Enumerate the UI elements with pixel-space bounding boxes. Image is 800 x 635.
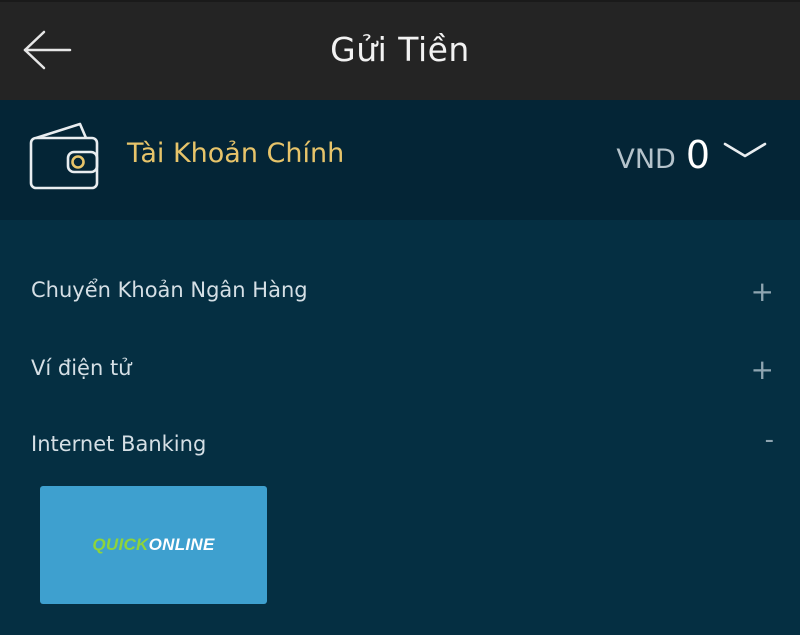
bank-logo-text: QUICKONLINE [92, 535, 214, 555]
bank-logo-part2: ONLINE [148, 535, 215, 554]
page-title: Gửi Tiền [330, 30, 470, 69]
account-balance: VND 0 [616, 133, 710, 177]
chevron-down-icon[interactable] [722, 138, 768, 162]
balance-amount: 0 [685, 133, 710, 177]
app-header: Gửi Tiền [0, 0, 800, 100]
collapse-toggle[interactable]: - [765, 420, 774, 460]
method-row-e-wallet[interactable]: Ví điện tử + [0, 340, 800, 400]
bank-option-quickonline[interactable]: QUICKONLINE [40, 486, 267, 604]
method-row-bank-transfer[interactable]: Chuyển Khoản Ngân Hàng + [0, 262, 800, 322]
method-label: Chuyển Khoản Ngân Hàng [31, 278, 308, 302]
method-label: Internet Banking [31, 432, 207, 456]
method-row-internet-banking[interactable]: Internet Banking - [0, 416, 800, 476]
method-label: Ví điện tử [31, 356, 132, 380]
account-name: Tài Khoản Chính [127, 138, 345, 169]
expand-toggle[interactable]: + [751, 350, 774, 390]
deposit-screen: Gửi Tiền Tài Khoản Chính VND 0 Chuyển Kh… [0, 0, 800, 635]
bank-logo-part1: QUICK [92, 535, 149, 554]
currency-label: VND [616, 144, 676, 175]
wallet-icon [29, 122, 99, 190]
expand-toggle[interactable]: + [751, 272, 774, 312]
